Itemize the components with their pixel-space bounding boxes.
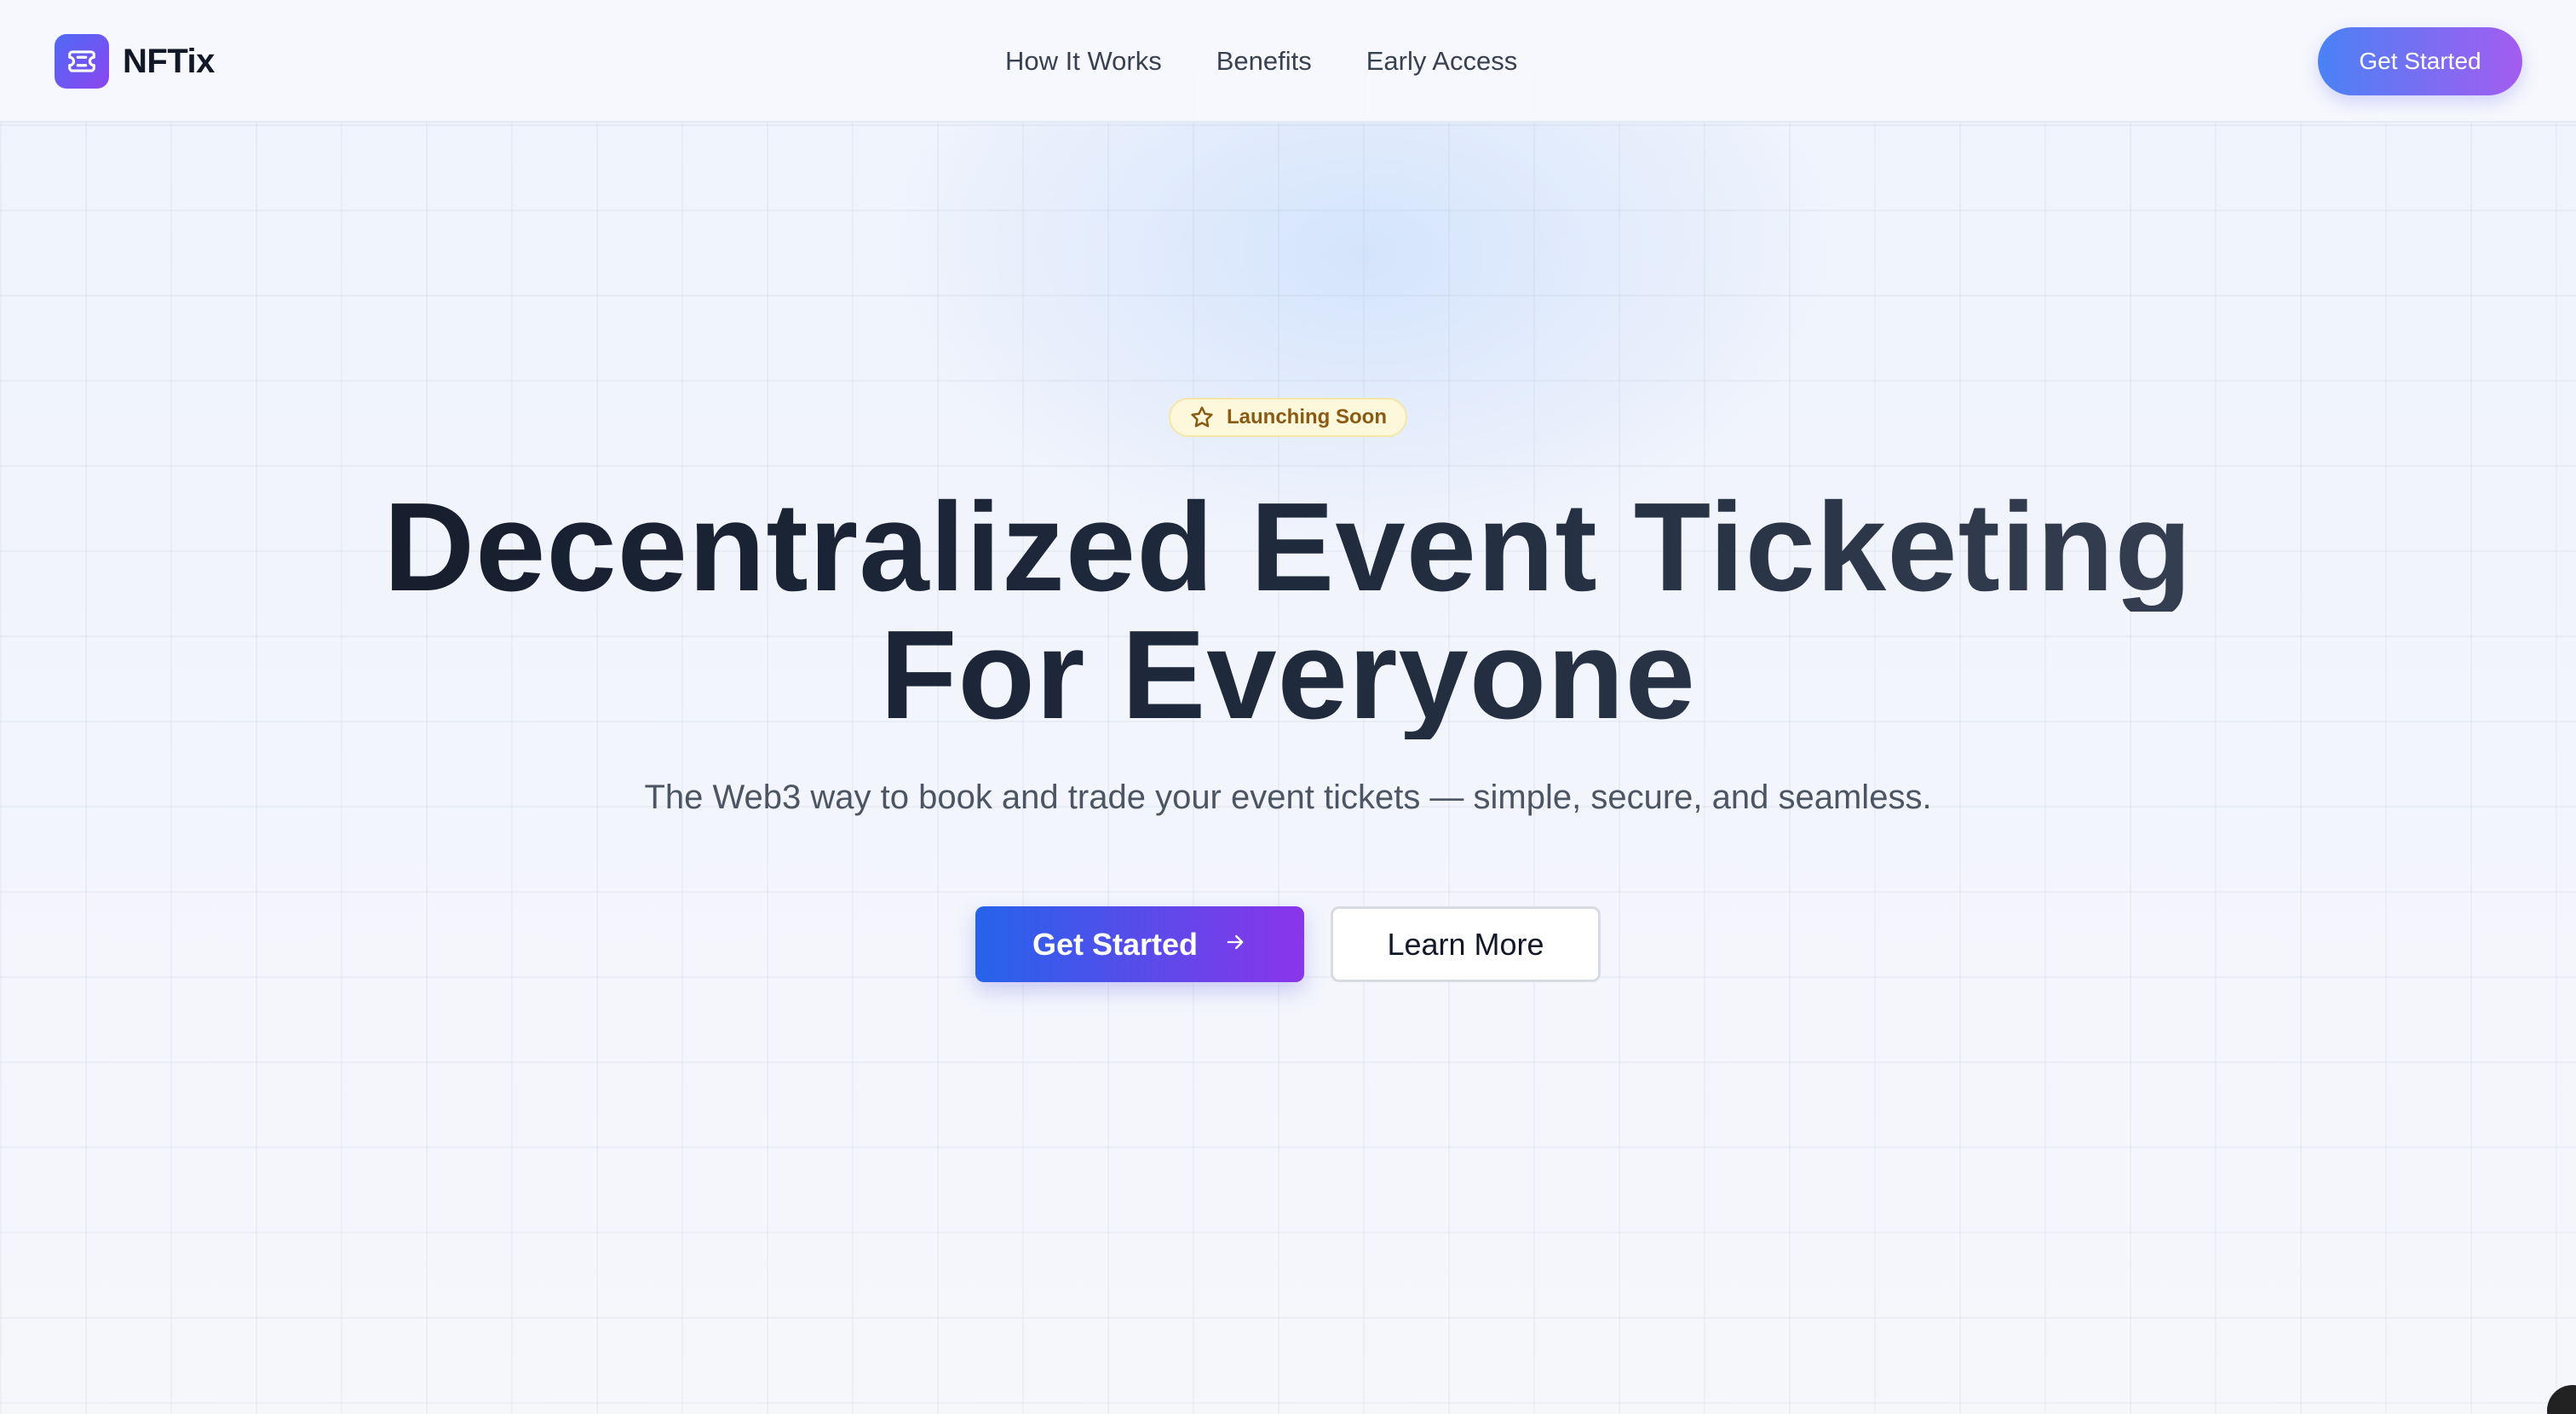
hero-get-started-button[interactable]: Get Started: [975, 906, 1304, 982]
brand-name: NFTix: [123, 42, 215, 80]
arrow-right-icon: [1223, 930, 1247, 958]
badge-label: Launching Soon: [1227, 405, 1387, 428]
star-icon: [1189, 405, 1215, 430]
headline-line-1: Decentralized Event Ticketing: [181, 484, 2395, 612]
main-nav: How It Works Benefits Early Access: [1005, 41, 1517, 82]
header-get-started-button[interactable]: Get Started: [2318, 27, 2522, 95]
nav-link-benefits[interactable]: Benefits: [1216, 46, 1312, 77]
landing-page: NFTix How It Works Benefits Early Access…: [0, 0, 2576, 1414]
primary-button-label: Get Started: [1032, 926, 1199, 962]
launching-soon-badge: Launching Soon: [1169, 398, 1407, 437]
hero-headline: Decentralized Event Ticketing For Everyo…: [181, 484, 2395, 739]
brand-logo[interactable]: NFTix: [55, 34, 215, 89]
site-header: NFTix How It Works Benefits Early Access…: [0, 0, 2576, 123]
nav-link-early-access[interactable]: Early Access: [1366, 46, 1517, 77]
learn-more-button[interactable]: Learn More: [1331, 906, 1601, 982]
nav-link-how-it-works[interactable]: How It Works: [1005, 46, 1162, 77]
ticket-icon: [55, 34, 109, 89]
headline-line-2: For Everyone: [181, 612, 2395, 739]
hero-subtitle: The Web3 way to book and trade your even…: [644, 779, 1932, 816]
